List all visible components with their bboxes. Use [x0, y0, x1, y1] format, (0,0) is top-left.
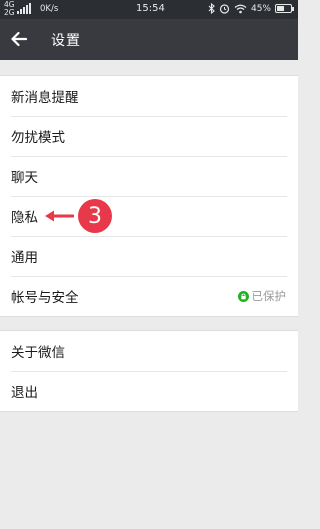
status-bar: 4G 2G 0K/s 15:54 45%: [0, 0, 298, 19]
settings-item-general[interactable]: 通用: [0, 236, 298, 276]
settings-group-about: 关于微信 退出: [0, 330, 298, 412]
battery-icon: [275, 4, 294, 13]
alarm-icon: [219, 4, 230, 14]
account-protection-status: 已保护: [237, 276, 287, 316]
settings-item-chats[interactable]: 聊天: [0, 156, 298, 196]
protection-status-text: 已保护: [251, 289, 287, 303]
settings-item-do-not-disturb[interactable]: 勿扰模式: [0, 116, 298, 156]
clock: 15:54: [136, 3, 165, 14]
settings-item-about[interactable]: 关于微信: [0, 331, 298, 371]
settings-item-account-security[interactable]: 帐号与安全 已保护: [0, 276, 298, 316]
settings-item-label: 新消息提醒: [11, 90, 79, 106]
network-type-secondary: 2G: [4, 8, 15, 17]
settings-item-logout[interactable]: 退出: [0, 371, 298, 411]
battery-percent: 45%: [250, 3, 271, 14]
settings-group-main: 新消息提醒 勿扰模式 聊天 隐私 3 通用 帐号与安全 已保护: [0, 75, 298, 317]
back-arrow-icon[interactable]: [9, 29, 29, 49]
page-title: 设置: [51, 33, 81, 49]
battery-level: [277, 6, 284, 11]
settings-item-notifications[interactable]: 新消息提醒: [0, 76, 298, 116]
bluetooth-icon: [208, 3, 215, 14]
settings-item-label: 隐私: [11, 210, 38, 226]
pointer-arrow-icon: [45, 210, 74, 222]
settings-item-label: 关于微信: [11, 345, 65, 361]
nav-bar: 设置: [0, 19, 298, 60]
signal-icon: [17, 3, 31, 14]
settings-item-label: 帐号与安全: [11, 290, 79, 306]
network-type: 4G 2G: [4, 1, 15, 17]
network-speed: 0K/s: [40, 4, 59, 14]
settings-item-label: 退出: [11, 385, 38, 401]
step-number-badge: 3: [78, 199, 112, 233]
wifi-icon: [234, 4, 247, 13]
step-annotation: 3: [44, 196, 112, 236]
status-icons: 45%: [208, 3, 294, 14]
settings-item-label: 聊天: [11, 170, 38, 186]
lock-icon: [237, 290, 249, 302]
settings-item-label: 勿扰模式: [11, 130, 65, 146]
settings-item-privacy[interactable]: 隐私 3: [0, 196, 298, 236]
settings-item-label: 通用: [11, 250, 38, 266]
